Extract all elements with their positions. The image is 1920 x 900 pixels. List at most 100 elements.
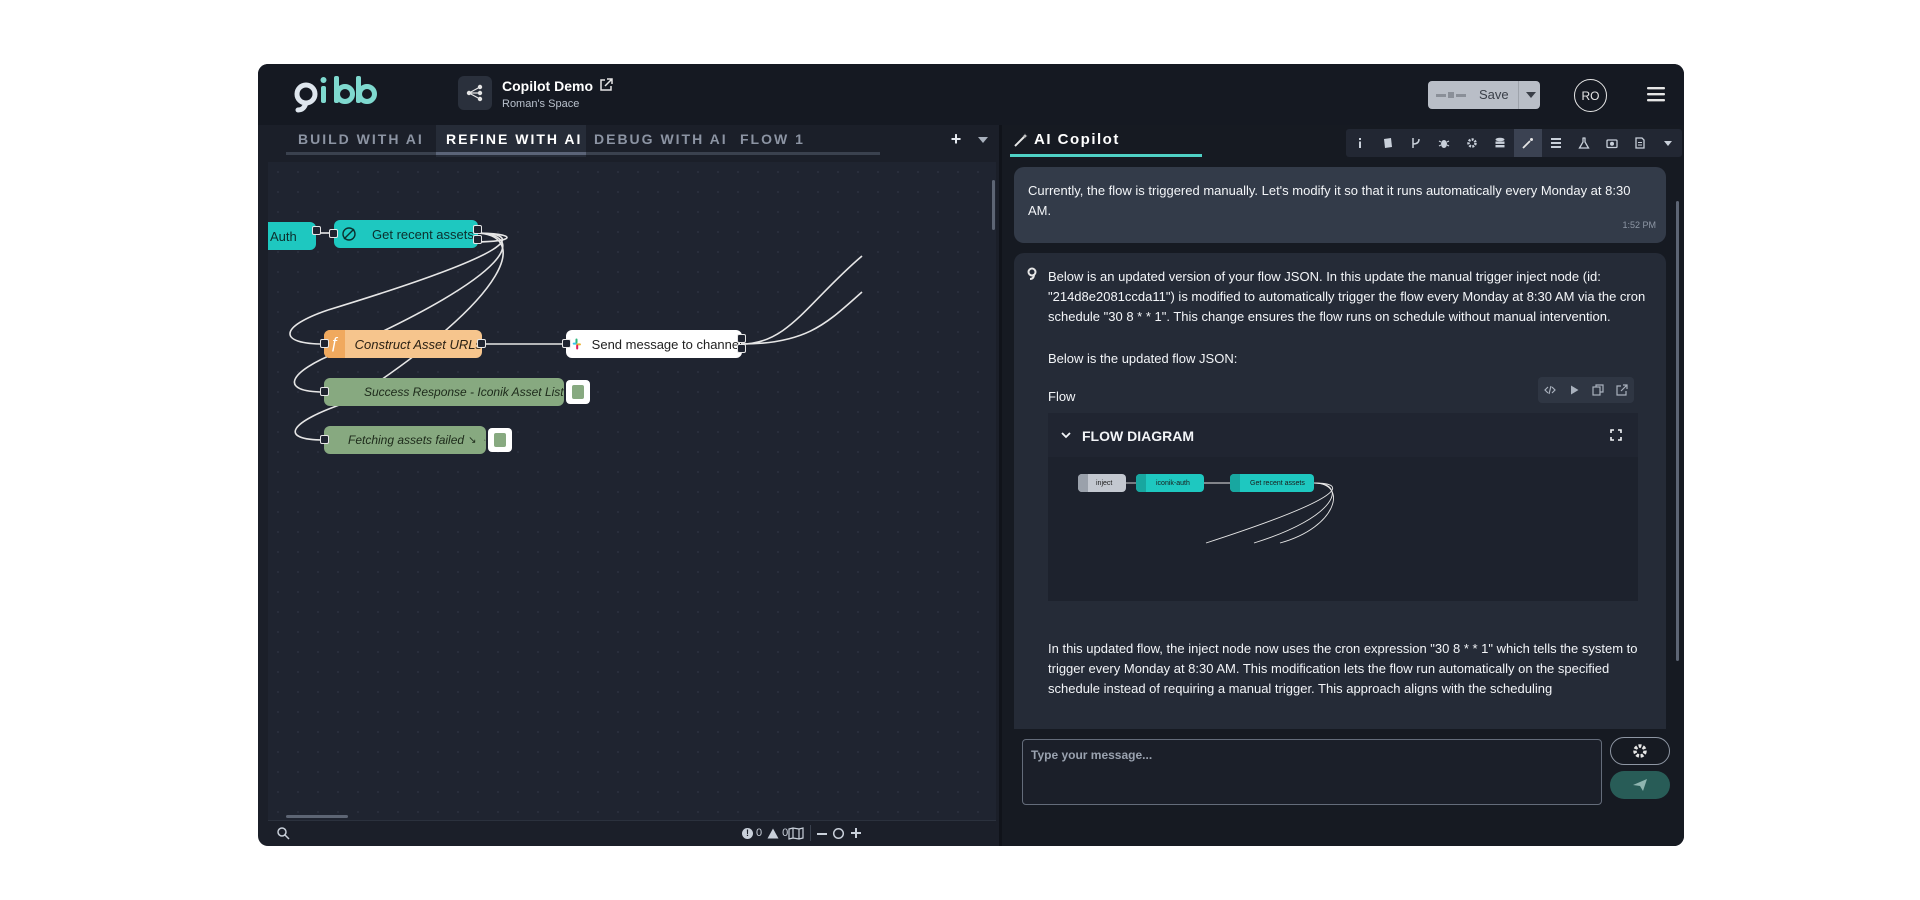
node-output-port[interactable] xyxy=(477,339,486,348)
active-tab-underline xyxy=(436,152,586,155)
debug-tool[interactable] xyxy=(1430,129,1458,157)
chat-scrollbar[interactable] xyxy=(1676,201,1679,661)
tab-build-with-ai[interactable]: BUILD WITH AI xyxy=(298,131,424,147)
external-link-icon[interactable] xyxy=(598,77,614,93)
debug-toggle-button[interactable] xyxy=(566,380,590,404)
node-output-port[interactable] xyxy=(473,235,482,244)
debug-toggle-indicator xyxy=(572,385,584,399)
magic-wand-icon xyxy=(1522,138,1533,149)
git-branch-icon xyxy=(1412,138,1420,148)
node-input-port[interactable] xyxy=(320,387,329,396)
message-input-placeholder: Type your message... xyxy=(1031,748,1153,762)
docs-tool[interactable] xyxy=(1626,129,1654,157)
app-window: Copilot Demo Roman's Space Save RO BUILD… xyxy=(258,64,1684,846)
info-tool[interactable] xyxy=(1346,129,1374,157)
save-options-caret-icon[interactable] xyxy=(1526,92,1536,98)
assistant-text-intro: Below is an updated version of your flow… xyxy=(1048,269,1646,324)
more-tools[interactable] xyxy=(1654,129,1682,157)
user-avatar[interactable]: RO xyxy=(1574,79,1607,112)
flow-type-icon xyxy=(458,76,492,110)
copy-icon[interactable] xyxy=(1592,384,1604,396)
save-button[interactable]: Save xyxy=(1428,81,1540,109)
camera-icon xyxy=(1606,139,1618,149)
ai-copilot-tool[interactable] xyxy=(1514,129,1542,157)
node-input-port[interactable] xyxy=(320,435,329,444)
zoom-out-icon[interactable] xyxy=(816,828,828,840)
mini-node-inject: inject xyxy=(1078,474,1126,492)
send-button[interactable] xyxy=(1610,771,1670,799)
open-external-icon[interactable] xyxy=(1616,384,1628,396)
zoom-reset-icon[interactable] xyxy=(832,827,845,840)
message-input[interactable]: Type your message... xyxy=(1022,739,1602,805)
node-input-port[interactable] xyxy=(329,229,338,238)
node-fetching-failed[interactable]: Fetching assets failed ↘ xyxy=(324,426,486,454)
node-output-port[interactable] xyxy=(737,334,746,343)
snapshot-tool[interactable] xyxy=(1598,129,1626,157)
debug-toggle-button[interactable] xyxy=(488,428,512,452)
chat-thread[interactable]: Currently, the flow is triggered manuall… xyxy=(1002,161,1684,729)
status-divider xyxy=(810,825,811,841)
tab-menu-caret-icon[interactable] xyxy=(978,137,988,143)
tab-flow-1[interactable]: FLOW 1 xyxy=(740,131,805,147)
flow-wires xyxy=(289,232,863,441)
map-icon[interactable] xyxy=(788,827,804,840)
node-label: Get recent assets xyxy=(372,226,474,242)
hamburger-menu-icon[interactable] xyxy=(1647,86,1665,102)
assistant-text-explanation: In this updated flow, the inject node no… xyxy=(1048,641,1638,696)
save-divider xyxy=(1518,81,1519,109)
tab-refine-with-ai[interactable]: REFINE WITH AI xyxy=(446,131,582,147)
error-count[interactable]: ! 0 0 xyxy=(742,827,788,839)
node-construct-asset-urls[interactable]: ƒ Construct Asset URLs xyxy=(324,330,482,358)
node-send-message[interactable]: Send message to channel xyxy=(566,330,742,358)
warning-count-icon xyxy=(767,828,779,838)
canvas-vertical-scrollbar[interactable] xyxy=(992,180,995,230)
chat-settings-button[interactable] xyxy=(1610,737,1670,765)
user-message-text: Currently, the flow is triggered manuall… xyxy=(1028,183,1631,218)
ai-copilot-panel: AI Copilot Currently, the flow is trigge… xyxy=(1002,125,1684,846)
list-icon xyxy=(1551,138,1561,148)
zoom-in-icon[interactable] xyxy=(850,827,862,839)
git-tool[interactable] xyxy=(1402,129,1430,157)
api-node-icon xyxy=(1230,474,1240,492)
node-label: Fetching assets failed xyxy=(348,433,465,447)
config-tool[interactable] xyxy=(1458,129,1486,157)
tab-ai-copilot[interactable]: AI Copilot xyxy=(1014,131,1120,148)
canvas-horizontal-scrollbar[interactable] xyxy=(286,815,348,818)
node-get-recent-assets[interactable]: Get recent assets xyxy=(334,220,478,248)
canvas-status-bar: ! 0 0 xyxy=(268,820,996,846)
flow-diagram-header[interactable]: FLOW DIAGRAM xyxy=(1048,413,1638,457)
chevron-down-icon[interactable] xyxy=(1060,429,1072,441)
flow-block-label: Flow xyxy=(1048,389,1076,404)
mini-node-auth: iconik-auth xyxy=(1136,474,1204,492)
expand-icon[interactable] xyxy=(1610,429,1622,441)
chevron-down-icon xyxy=(1664,140,1672,146)
debug-toggle-indicator xyxy=(494,433,506,447)
context-tool[interactable] xyxy=(1486,129,1514,157)
send-icon xyxy=(1633,779,1647,791)
error-icon: ! xyxy=(742,827,753,839)
node-input-port[interactable] xyxy=(562,339,571,348)
list-tool[interactable] xyxy=(1542,129,1570,157)
save-label: Save xyxy=(1479,87,1509,102)
node-output-port[interactable] xyxy=(473,225,482,234)
node-output-port[interactable] xyxy=(737,344,746,353)
slack-icon xyxy=(572,338,581,350)
gear-icon xyxy=(1467,138,1477,148)
flow-canvas[interactable]: Auth Get recent assets ƒ Construct Asset… xyxy=(268,162,996,820)
node-output-port[interactable] xyxy=(312,226,321,235)
search-icon[interactable] xyxy=(276,826,290,840)
tab-debug-with-ai[interactable]: DEBUG WITH AI xyxy=(594,131,728,147)
code-icon[interactable] xyxy=(1544,384,1556,396)
api-node-icon xyxy=(342,227,356,241)
mini-node-label: inject xyxy=(1096,479,1113,487)
mini-node-label: iconik-auth xyxy=(1156,479,1190,487)
node-auth[interactable]: Auth xyxy=(268,222,316,250)
help-tool[interactable] xyxy=(1374,129,1402,157)
flask-icon xyxy=(1578,137,1590,149)
node-success-response[interactable]: Success Response - Iconik Asset List ↘ xyxy=(324,378,578,406)
test-tool[interactable] xyxy=(1570,129,1598,157)
node-input-port[interactable] xyxy=(320,339,329,348)
assistant-message: Below is an updated version of your flow… xyxy=(1014,253,1666,729)
play-icon[interactable] xyxy=(1568,384,1580,396)
add-tab-button[interactable]: + xyxy=(946,129,966,149)
